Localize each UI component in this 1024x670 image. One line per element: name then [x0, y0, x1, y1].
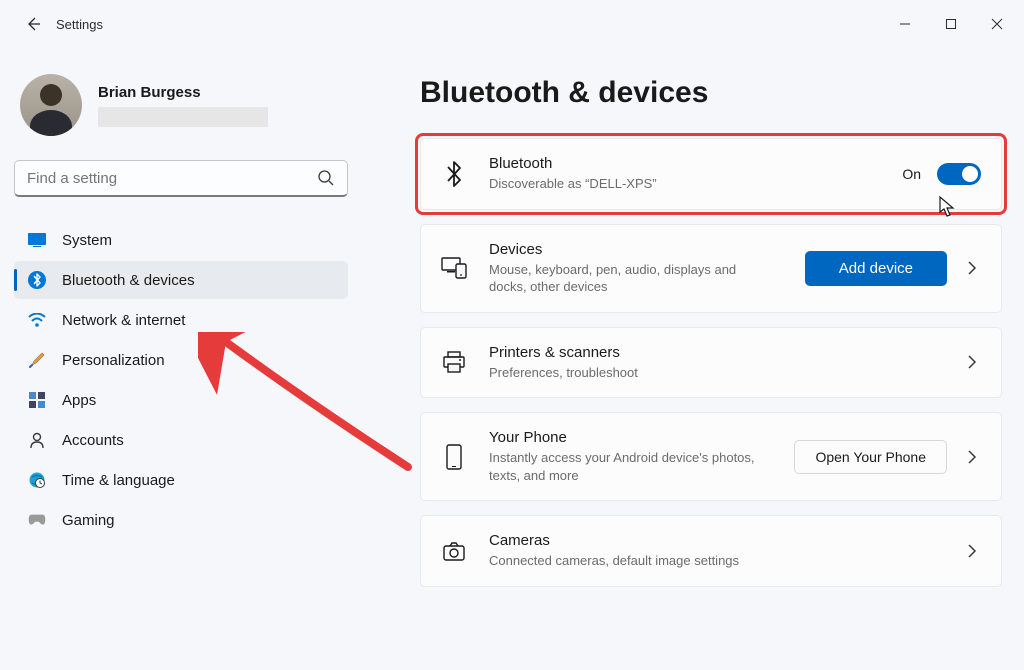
- card-cameras[interactable]: Cameras Connected cameras, default image…: [420, 515, 1002, 587]
- person-icon: [28, 431, 46, 449]
- bluetooth-icon: [441, 161, 467, 187]
- card-subtitle: Preferences, troubleshoot: [489, 364, 941, 382]
- page-title: Bluetooth & devices: [420, 76, 1002, 110]
- close-button[interactable]: [974, 4, 1020, 44]
- card-title: Devices: [489, 241, 783, 258]
- apps-icon: [28, 391, 46, 409]
- sidebar-item-label: Bluetooth & devices: [62, 272, 195, 289]
- card-your-phone[interactable]: Your Phone Instantly access your Android…: [420, 412, 1002, 501]
- sidebar-item-label: System: [62, 232, 112, 249]
- profile-name: Brian Burgess: [98, 84, 342, 101]
- search-icon: [317, 169, 335, 187]
- sidebar-item-label: Accounts: [62, 432, 124, 449]
- chevron-right-icon: [963, 449, 981, 465]
- toggle-state-label: On: [902, 166, 921, 182]
- sidebar-item-label: Time & language: [62, 472, 175, 489]
- chevron-right-icon: [963, 543, 981, 559]
- card-title: Your Phone: [489, 429, 772, 446]
- chevron-right-icon: [963, 260, 981, 276]
- sidebar-item-label: Network & internet: [62, 312, 185, 329]
- sidebar-item-personalization[interactable]: Personalization: [14, 341, 348, 379]
- avatar: [20, 74, 82, 136]
- nav-list: System Bluetooth & devices Network & int…: [14, 221, 348, 539]
- open-your-phone-button[interactable]: Open Your Phone: [794, 440, 947, 474]
- bluetooth-icon: [28, 271, 46, 289]
- profile-email-placeholder: [98, 107, 268, 127]
- sidebar: Brian Burgess System Bluetooth & dev: [0, 48, 360, 670]
- devices-icon: [441, 257, 467, 279]
- sidebar-item-label: Personalization: [62, 352, 165, 369]
- chevron-right-icon: [963, 354, 981, 370]
- printer-icon: [441, 351, 467, 373]
- window-controls: [882, 4, 1020, 44]
- add-device-button[interactable]: Add device: [805, 251, 947, 286]
- sidebar-item-label: Gaming: [62, 512, 115, 529]
- sidebar-item-system[interactable]: System: [14, 221, 348, 259]
- camera-icon: [441, 541, 467, 561]
- sidebar-item-apps[interactable]: Apps: [14, 381, 348, 419]
- search-input[interactable]: [27, 170, 317, 187]
- card-title: Cameras: [489, 532, 941, 549]
- gamepad-icon: [28, 511, 46, 529]
- paintbrush-icon: [28, 351, 46, 369]
- sidebar-item-time[interactable]: Time & language: [14, 461, 348, 499]
- back-button[interactable]: [22, 13, 44, 35]
- sidebar-item-label: Apps: [62, 392, 96, 409]
- clock-globe-icon: [28, 471, 46, 489]
- card-title: Bluetooth: [489, 155, 880, 172]
- sidebar-item-network[interactable]: Network & internet: [14, 301, 348, 339]
- card-printers[interactable]: Printers & scanners Preferences, trouble…: [420, 327, 1002, 399]
- wifi-icon: [28, 311, 46, 329]
- search-box[interactable]: [14, 160, 348, 197]
- card-subtitle: Instantly access your Android device's p…: [489, 449, 769, 484]
- bluetooth-toggle[interactable]: [937, 163, 981, 185]
- window-title: Settings: [56, 17, 103, 32]
- sidebar-item-gaming[interactable]: Gaming: [14, 501, 348, 539]
- card-subtitle: Discoverable as “DELL-XPS”: [489, 175, 880, 193]
- phone-icon: [441, 444, 467, 470]
- card-subtitle: Mouse, keyboard, pen, audio, displays an…: [489, 261, 749, 296]
- sidebar-item-accounts[interactable]: Accounts: [14, 421, 348, 459]
- card-devices[interactable]: Devices Mouse, keyboard, pen, audio, dis…: [420, 224, 1002, 313]
- titlebar: Settings: [0, 0, 1024, 48]
- maximize-button[interactable]: [928, 4, 974, 44]
- monitor-icon: [28, 231, 46, 249]
- sidebar-item-bluetooth[interactable]: Bluetooth & devices: [14, 261, 348, 299]
- main-content: Bluetooth & devices Bluetooth Discoverab…: [360, 48, 1024, 670]
- minimize-button[interactable]: [882, 4, 928, 44]
- card-title: Printers & scanners: [489, 344, 941, 361]
- card-subtitle: Connected cameras, default image setting…: [489, 552, 941, 570]
- card-bluetooth: Bluetooth Discoverable as “DELL-XPS” On: [420, 138, 1002, 210]
- profile-section[interactable]: Brian Burgess: [14, 66, 348, 156]
